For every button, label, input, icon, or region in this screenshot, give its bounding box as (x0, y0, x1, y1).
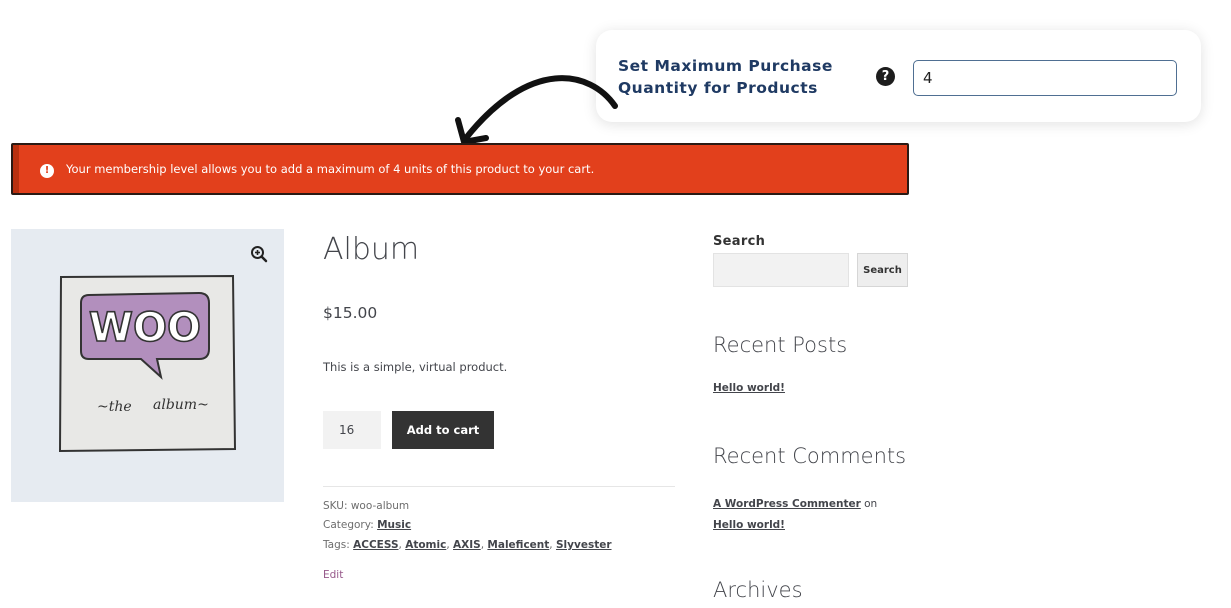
svg-text:WOO: WOO (89, 305, 201, 351)
product-title: Album (323, 232, 420, 267)
recent-post-item: Hello world! (713, 382, 785, 394)
edit-link[interactable]: Edit (323, 569, 343, 581)
svg-text:~the: ~the (97, 399, 132, 415)
product-category: Category: Music (323, 519, 411, 531)
comment-author-link[interactable]: A WordPress Commenter (713, 498, 861, 510)
product-description: This is a simple, virtual product. (323, 360, 508, 374)
magnifier-zoom-icon[interactable] (250, 245, 268, 263)
tag-link[interactable]: Slyvester (556, 539, 612, 551)
max-purchase-quantity-label: Set Maximum Purchase Quantity for Produc… (618, 57, 833, 97)
max-purchase-quantity-input[interactable] (913, 60, 1177, 96)
add-to-cart-button[interactable]: Add to cart (392, 411, 494, 449)
category-label: Category: (323, 519, 374, 531)
recent-posts-heading: Recent Posts (713, 333, 848, 357)
svg-text:album~: album~ (153, 397, 209, 413)
tag-link[interactable]: ACCESS (353, 539, 398, 551)
search-widget-heading: Search (713, 234, 766, 249)
tags-label: Tags: (323, 539, 350, 551)
product-price: $15.00 (323, 304, 378, 322)
woo-album-artwork: WOO ~the album~ (58, 274, 237, 453)
error-message: Your membership level allows you to add … (66, 162, 595, 176)
divider (323, 486, 675, 487)
product-tags: Tags: ACCESS, Atomic, AXIS, Maleficent, … (323, 539, 612, 551)
curved-arrow-icon (455, 75, 618, 145)
tag-link[interactable]: AXIS (453, 539, 481, 551)
exclamation-circle-icon: ! (40, 164, 54, 178)
comment-on-text: on (864, 498, 878, 510)
sku-label: SKU: (323, 500, 348, 512)
error-notice: ! Your membership level allows you to ad… (11, 143, 909, 195)
search-input[interactable] (713, 253, 849, 287)
question-circle-icon[interactable]: ? (876, 67, 895, 86)
product-sku: SKU: woo-album (323, 500, 409, 512)
recent-comments-heading: Recent Comments (713, 444, 907, 468)
product-image[interactable]: WOO ~the album~ (11, 229, 284, 502)
comment-post-link[interactable]: Hello world! (713, 519, 785, 531)
recent-comment-item: A WordPress Commenter on Hello world! (713, 494, 903, 536)
tag-link[interactable]: Atomic (405, 539, 446, 551)
category-link-music[interactable]: Music (377, 519, 411, 531)
archives-heading: Archives (713, 578, 803, 602)
search-button[interactable]: Search (857, 253, 908, 287)
recent-post-link[interactable]: Hello world! (713, 382, 785, 394)
quantity-input[interactable] (323, 411, 381, 449)
max-purchase-quantity-card: Set Maximum Purchase Quantity for Produc… (596, 30, 1201, 122)
tag-link[interactable]: Maleficent (487, 539, 549, 551)
sku-value: woo-album (350, 500, 410, 512)
